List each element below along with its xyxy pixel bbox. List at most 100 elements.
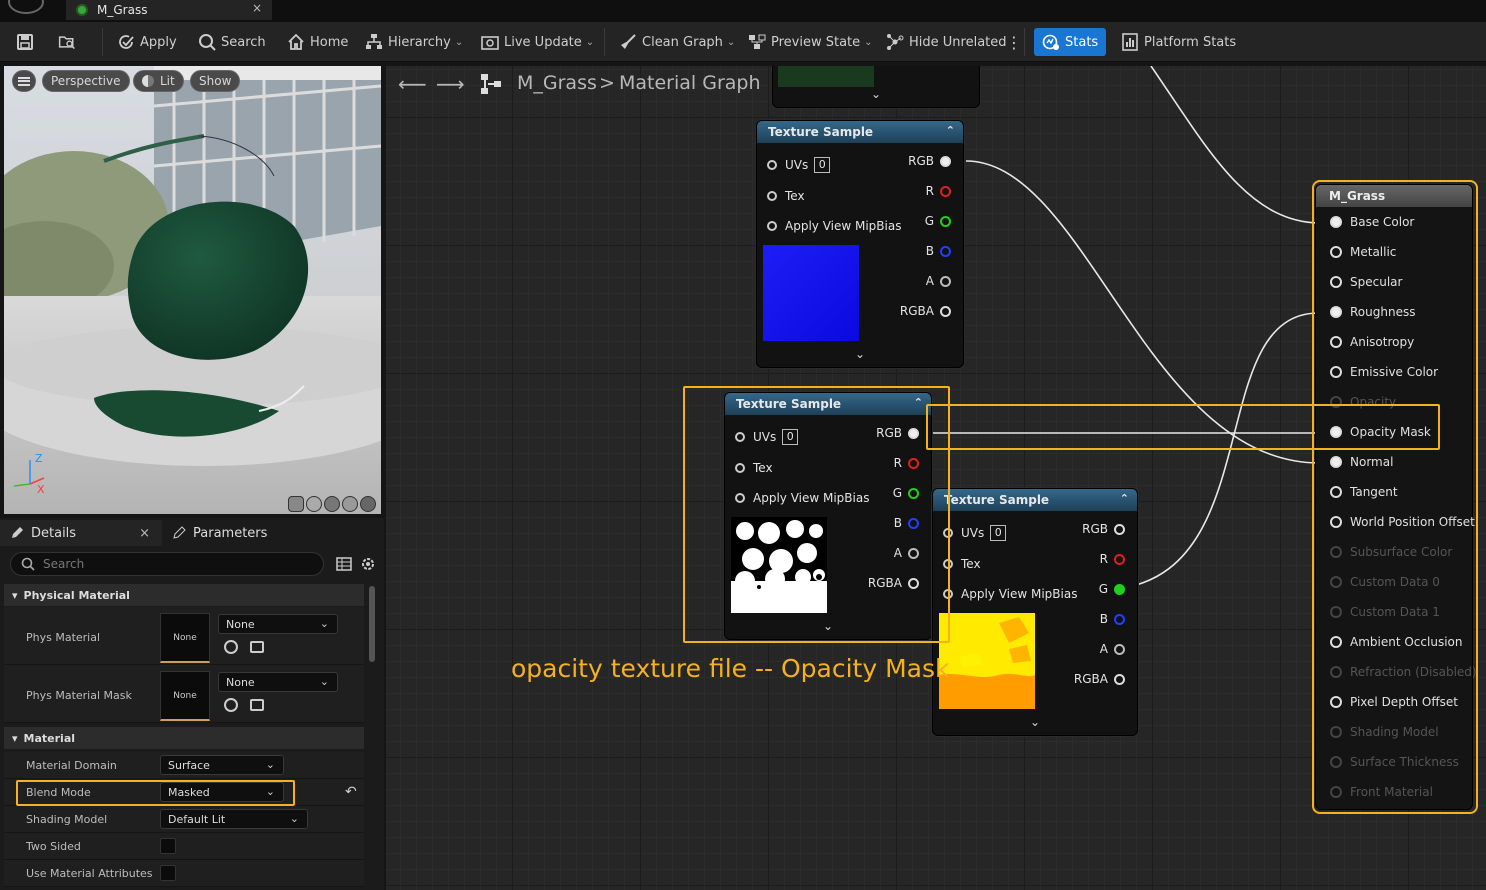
category-physical-material[interactable]: ▾ Physical Material — [4, 584, 364, 606]
mipbias-input-pin[interactable]: Apply View MipBias — [735, 491, 869, 505]
collapse-chevron-icon[interactable]: ⌃ — [1120, 492, 1129, 505]
tab-m-grass[interactable]: M_Grass × — [66, 0, 272, 20]
phys-material-mask-thumbnail[interactable]: None — [160, 671, 210, 721]
result-pin-surface-thickness[interactable]: Surface Thickness — [1330, 755, 1459, 769]
result-pin-emissive-color[interactable]: Emissive Color — [1330, 365, 1438, 379]
uvs-value[interactable]: 0 — [814, 157, 831, 173]
texture-sample-node-normal[interactable]: Texture Sample ⌃ UVs 0 Tex Apply View Mip… — [756, 120, 964, 368]
material-graph-canvas[interactable]: ⟵ ⟶ M_Grass > Material Graph ⌄ Texture S… — [386, 66, 1486, 890]
use-selected-icon[interactable] — [224, 640, 238, 654]
mipbias-input-pin[interactable]: Apply View MipBias — [943, 587, 1077, 601]
home-button[interactable]: Home — [287, 30, 348, 54]
texture-sample-node-roughness[interactable]: Texture Sample ⌃ UVs 0 Tex Apply View Mip… — [932, 488, 1138, 736]
search-button[interactable]: Search — [198, 30, 266, 54]
details-search-input[interactable]: Search — [10, 552, 324, 576]
back-arrow-icon[interactable]: ⟵ — [398, 72, 427, 96]
r-output-pin[interactable]: R — [926, 184, 951, 198]
rgba-output-pin[interactable]: RGBA — [900, 304, 951, 318]
r-output-pin[interactable]: R — [1100, 552, 1125, 566]
uvs-input-pin[interactable]: UVs 0 — [735, 429, 799, 445]
expand-chevron-icon[interactable]: ⌄ — [725, 619, 931, 633]
phys-material-combo[interactable]: None ⌄ — [218, 614, 338, 634]
rgb-output-pin[interactable]: RGB — [1082, 522, 1125, 536]
plane-shape-icon[interactable] — [324, 496, 340, 512]
uvs-input-pin[interactable]: UVs 0 — [943, 525, 1007, 541]
material-domain-combo[interactable]: Surface ⌄ — [160, 755, 284, 775]
tex-input-pin[interactable]: Tex — [943, 557, 981, 571]
lit-button[interactable]: Lit — [133, 70, 184, 92]
mipbias-input-pin[interactable]: Apply View MipBias — [767, 219, 901, 233]
cube-shape-icon[interactable] — [342, 496, 358, 512]
unreal-logo-icon[interactable] — [8, 0, 44, 14]
a-output-pin[interactable]: A — [1100, 642, 1125, 656]
b-output-pin[interactable]: B — [926, 244, 951, 258]
clean-graph-button[interactable]: Clean Graph ⌄ — [619, 30, 735, 54]
collapse-chevron-icon[interactable]: ⌃ — [946, 124, 955, 137]
uvs-value[interactable]: 0 — [990, 525, 1007, 541]
result-pin-tangent[interactable]: Tangent — [1330, 485, 1398, 499]
rgba-output-pin[interactable]: RGBA — [868, 576, 919, 590]
cylinder-shape-icon[interactable] — [288, 496, 304, 512]
g-output-pin[interactable]: G — [925, 214, 951, 228]
expand-chevron-icon[interactable]: ⌄ — [757, 347, 963, 361]
rgba-output-pin[interactable]: RGBA — [1074, 672, 1125, 686]
more-options-icon[interactable]: ⋮ — [1006, 30, 1022, 54]
phys-material-mask-combo[interactable]: None ⌄ — [218, 672, 338, 692]
perspective-button[interactable]: Perspective — [42, 70, 130, 92]
tex-input-pin[interactable]: Tex — [767, 189, 805, 203]
save-button[interactable] — [16, 30, 39, 54]
b-output-pin[interactable]: B — [894, 516, 919, 530]
result-pin-refraction-disabled[interactable]: Refraction (Disabled) — [1330, 665, 1477, 679]
teapot-shape-icon[interactable] — [360, 496, 376, 512]
shading-model-combo[interactable]: Default Lit ⌄ — [160, 809, 308, 829]
preview-viewport[interactable]: Perspective Lit Show Z X — [4, 66, 381, 514]
result-pin-roughness[interactable]: Roughness — [1330, 305, 1415, 319]
expand-chevron-icon[interactable]: ⌄ — [933, 715, 1137, 729]
use-material-attributes-checkbox[interactable] — [160, 865, 176, 881]
expand-chevron-icon[interactable]: ⌄ — [773, 87, 979, 101]
result-pin-custom-data-0[interactable]: Custom Data 0 — [1330, 575, 1440, 589]
preview-state-button[interactable]: Preview State ⌄ — [748, 30, 873, 54]
r-output-pin[interactable]: R — [894, 456, 919, 470]
viewport-menu-button[interactable] — [12, 70, 36, 92]
a-output-pin[interactable]: A — [926, 274, 951, 288]
result-pin-world-position-offset[interactable]: World Position Offset — [1330, 515, 1475, 529]
tex-input-pin[interactable]: Tex — [735, 461, 773, 475]
stats-button[interactable]: Stats — [1034, 28, 1107, 56]
two-sided-checkbox[interactable] — [160, 838, 176, 854]
result-pin-shading-model[interactable]: Shading Model — [1330, 725, 1439, 739]
blend-mode-combo[interactable]: Masked ⌄ — [160, 782, 284, 802]
collapse-chevron-icon[interactable]: ⌃ — [914, 396, 923, 409]
show-button[interactable]: Show — [190, 70, 241, 92]
table-view-icon[interactable] — [336, 556, 352, 572]
browse-asset-icon[interactable] — [250, 641, 264, 653]
g-output-pin[interactable]: G — [893, 486, 919, 500]
result-pin-base-color[interactable]: Base Color — [1330, 215, 1414, 229]
result-pin-pixel-depth-offset[interactable]: Pixel Depth Offset — [1330, 695, 1458, 709]
partial-node[interactable]: ⌄ — [772, 66, 980, 108]
result-pin-normal[interactable]: Normal — [1330, 455, 1393, 469]
result-pin-anisotropy[interactable]: Anisotropy — [1330, 335, 1414, 349]
rgb-output-pin[interactable]: RGB — [908, 154, 951, 168]
g-output-pin[interactable]: G — [1099, 582, 1125, 596]
texture-sample-node-opacity[interactable]: Texture Sample ⌃ UVs 0 Tex Apply View Mip… — [724, 392, 932, 640]
rgb-output-pin[interactable]: RGB — [876, 426, 919, 440]
result-pin-specular[interactable]: Specular — [1330, 275, 1402, 289]
uvs-input-pin[interactable]: UVs 0 — [767, 157, 831, 173]
breadcrumb-asset[interactable]: M_Grass — [517, 72, 597, 94]
result-pin-subsurface-color[interactable]: Subsurface Color — [1330, 545, 1452, 559]
result-pin-front-material[interactable]: Front Material — [1330, 785, 1433, 799]
uvs-value[interactable]: 0 — [782, 429, 799, 445]
a-output-pin[interactable]: A — [894, 546, 919, 560]
result-pin-opacity[interactable]: Opacity — [1330, 395, 1396, 409]
close-details-icon[interactable]: × — [139, 526, 150, 541]
material-result-node[interactable]: M_Grass Base Color Metallic Specular Roughn… — [1315, 184, 1477, 810]
hide-unrelated-button[interactable]: Hide Unrelated — [886, 30, 1007, 54]
platform-stats-button[interactable]: Platform Stats — [1121, 30, 1236, 54]
sphere-shape-icon[interactable] — [306, 496, 322, 512]
b-output-pin[interactable]: B — [1100, 612, 1125, 626]
category-material[interactable]: ▾ Material — [4, 727, 364, 749]
forward-arrow-icon[interactable]: ⟶ — [436, 72, 465, 96]
settings-gear-icon[interactable] — [360, 556, 376, 572]
result-pin-ambient-occlusion[interactable]: Ambient Occlusion — [1330, 635, 1462, 649]
